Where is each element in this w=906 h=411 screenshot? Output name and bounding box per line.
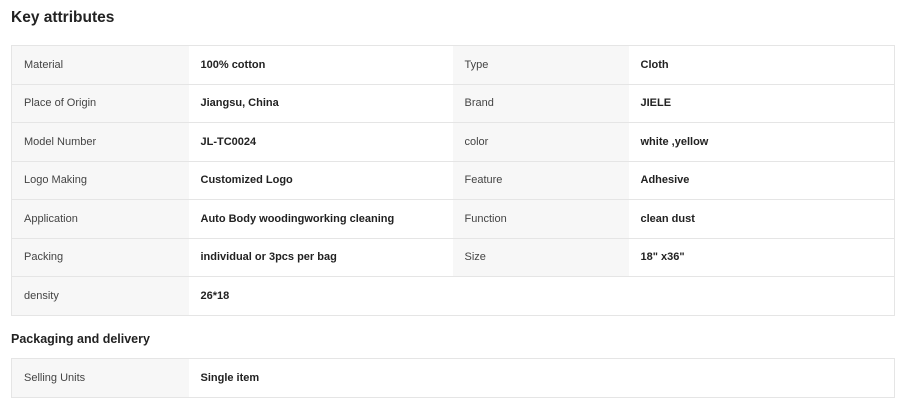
- attribute-label: Application: [11, 199, 189, 239]
- attribute-value: Single item: [188, 358, 895, 398]
- table-row: density 26*18: [11, 276, 895, 316]
- attribute-label: Size: [452, 237, 629, 277]
- attribute-value: Auto Body woodingworking cleaning: [188, 199, 453, 239]
- attribute-value: clean dust: [628, 199, 895, 239]
- attribute-label: Function: [452, 199, 629, 239]
- attribute-label: density: [11, 276, 189, 316]
- attribute-label: Model Number: [11, 122, 189, 162]
- attribute-label: Type: [452, 45, 629, 85]
- attribute-label: Brand: [452, 83, 629, 123]
- table-row: Material 100% cotton Type Cloth: [11, 45, 895, 85]
- attribute-value: individual or 3pcs per bag: [188, 237, 453, 277]
- table-row: Packing individual or 3pcs per bag Size …: [11, 237, 895, 277]
- key-attributes-table: Material 100% cotton Type Cloth Place of…: [11, 45, 895, 316]
- attribute-label: Logo Making: [11, 160, 189, 200]
- attribute-value: Cloth: [628, 45, 895, 85]
- attribute-value: JL-TC0024: [188, 122, 453, 162]
- table-row: Place of Origin Jiangsu, China Brand JIE…: [11, 83, 895, 123]
- attribute-value: 26*18: [188, 276, 895, 316]
- attribute-value: Jiangsu, China: [188, 83, 453, 123]
- attribute-value: white ,yellow: [628, 122, 895, 162]
- key-attributes-heading: Key attributes: [11, 9, 115, 26]
- table-row: Selling Units Single item: [11, 358, 895, 398]
- attribute-label: color: [452, 122, 629, 162]
- attribute-value: JIELE: [628, 83, 895, 123]
- packaging-delivery-heading: Packaging and delivery: [11, 332, 150, 346]
- table-row: Logo Making Customized Logo Feature Adhe…: [11, 160, 895, 200]
- attribute-label: Selling Units: [11, 358, 189, 398]
- attribute-label: Feature: [452, 160, 629, 200]
- attribute-label: Material: [11, 45, 189, 85]
- attribute-value: 100% cotton: [188, 45, 453, 85]
- attribute-value: Customized Logo: [188, 160, 453, 200]
- attribute-label: Place of Origin: [11, 83, 189, 123]
- table-row: Application Auto Body woodingworking cle…: [11, 199, 895, 239]
- attribute-value: Adhesive: [628, 160, 895, 200]
- table-row: Model Number JL-TC0024 color white ,yell…: [11, 122, 895, 162]
- attribute-value: 18" x36": [628, 237, 895, 277]
- packaging-delivery-table: Selling Units Single item: [11, 358, 895, 398]
- attribute-label: Packing: [11, 237, 189, 277]
